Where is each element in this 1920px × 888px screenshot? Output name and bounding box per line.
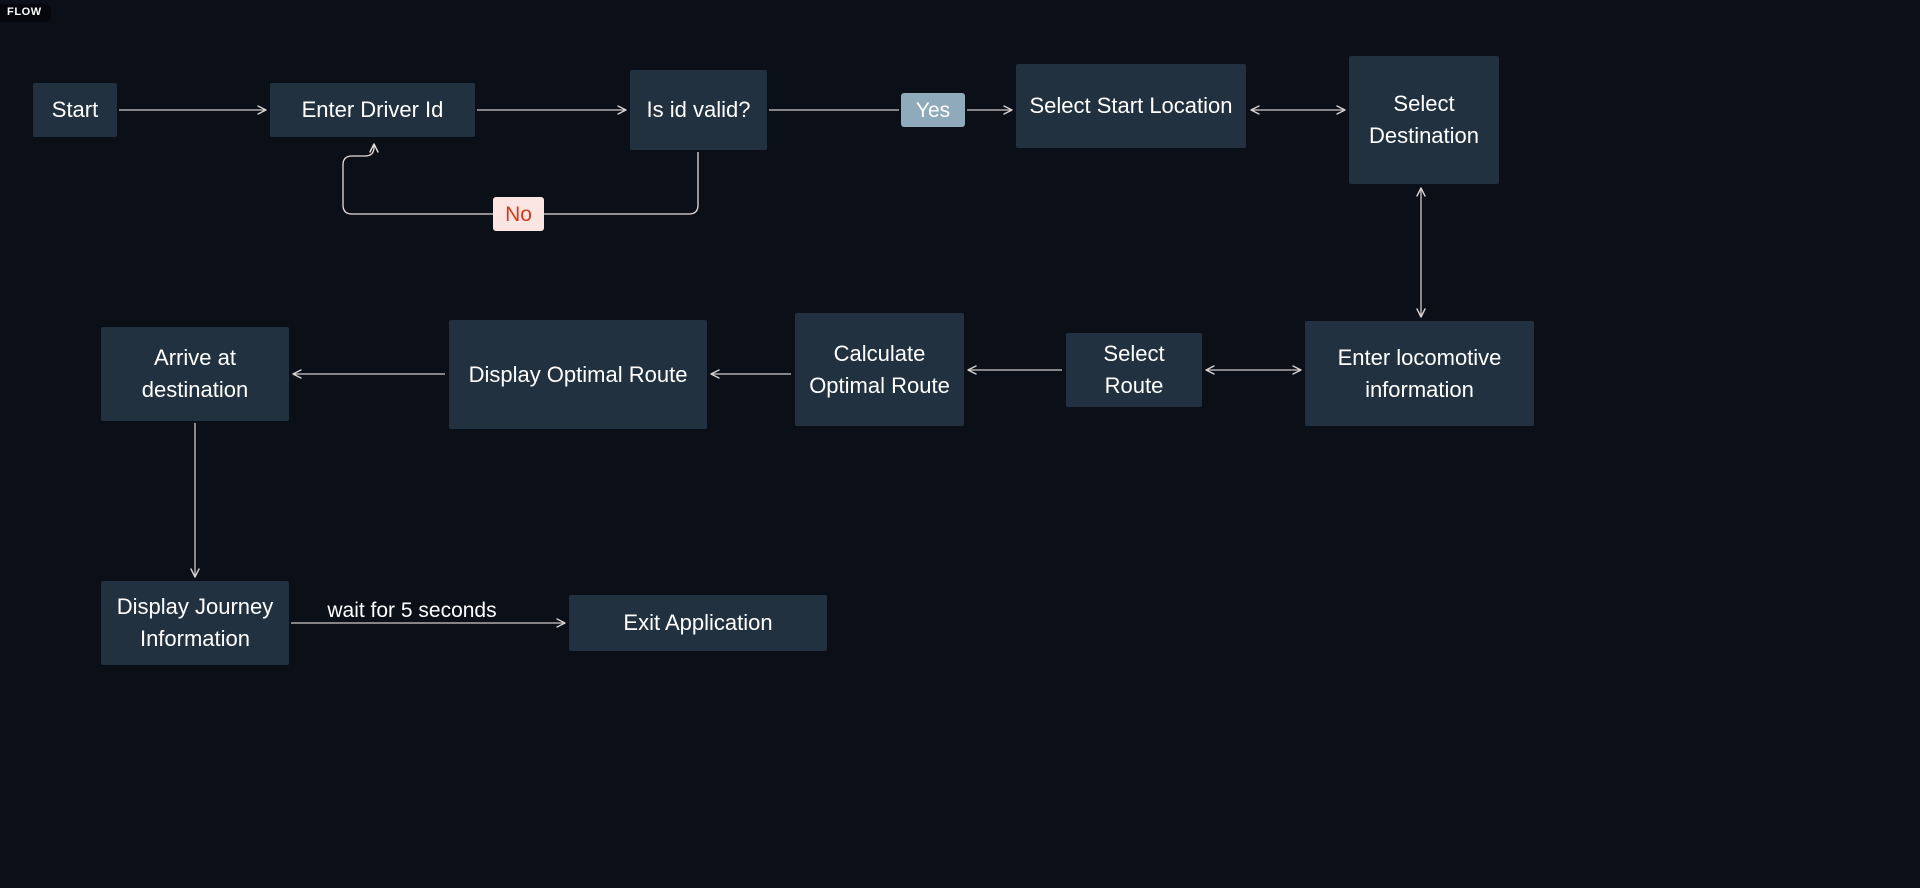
node-label: Display Journey Information [116, 594, 274, 651]
node-enter-driver-id[interactable]: Enter Driver Id [270, 83, 475, 137]
node-is-id-valid[interactable]: Is id valid? [630, 70, 767, 150]
node-display-optimal-route[interactable]: Display Optimal Route [449, 320, 707, 429]
node-select-start-location[interactable]: Select Start Location [1016, 64, 1246, 148]
node-start[interactable]: Start [33, 83, 117, 137]
node-arrive-at-destination[interactable]: Arrive at destination [101, 327, 289, 421]
edge-label-text: No [505, 202, 532, 226]
edge-label-no[interactable]: No [493, 197, 544, 231]
edge-label-text: Yes [915, 98, 951, 122]
node-label: Select Route [1103, 341, 1165, 398]
node-label: Enter Driver Id [301, 97, 444, 123]
node-exit-application[interactable]: Exit Application [569, 595, 827, 651]
node-label: Enter locomotive information [1337, 344, 1502, 402]
node-label: Is id valid? [646, 97, 751, 123]
flow-badge: FLOW [0, 4, 51, 22]
edge-label-yes[interactable]: Yes [901, 93, 965, 127]
node-enter-locomotive-information[interactable]: Enter locomotive information [1305, 321, 1534, 426]
node-select-route[interactable]: Select Route [1066, 333, 1202, 407]
node-label: Arrive at destination [141, 345, 249, 402]
node-label: Select Start Location [1029, 93, 1233, 119]
flowchart-canvas: FLOW Start Enter Driver Id Is id valid? … [0, 0, 1920, 888]
node-label: Calculate Optimal Route [809, 340, 950, 398]
node-label: Select Destination [1368, 91, 1480, 148]
node-select-destination[interactable]: Select Destination [1349, 56, 1499, 184]
edge-label-wait-for-5-seconds[interactable]: wait for 5 seconds [321, 598, 503, 622]
edge-label-text: wait for 5 seconds [327, 598, 497, 622]
node-display-journey-information[interactable]: Display Journey Information [101, 581, 289, 665]
node-label: Display Optimal Route [468, 361, 688, 387]
node-label: Start [51, 97, 99, 123]
node-label: Exit Application [623, 610, 773, 636]
node-calculate-optimal-route[interactable]: Calculate Optimal Route [795, 313, 964, 426]
